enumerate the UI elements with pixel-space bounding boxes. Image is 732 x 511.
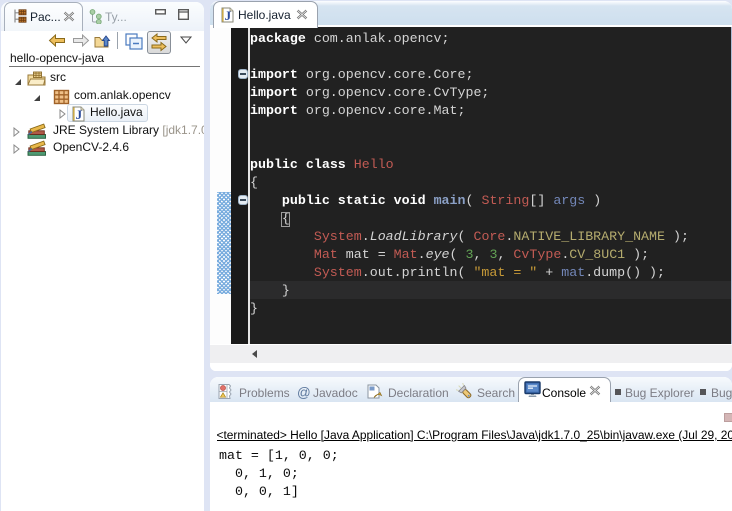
svg-text:J: J (76, 107, 83, 122)
svg-text:J: J (225, 8, 232, 23)
